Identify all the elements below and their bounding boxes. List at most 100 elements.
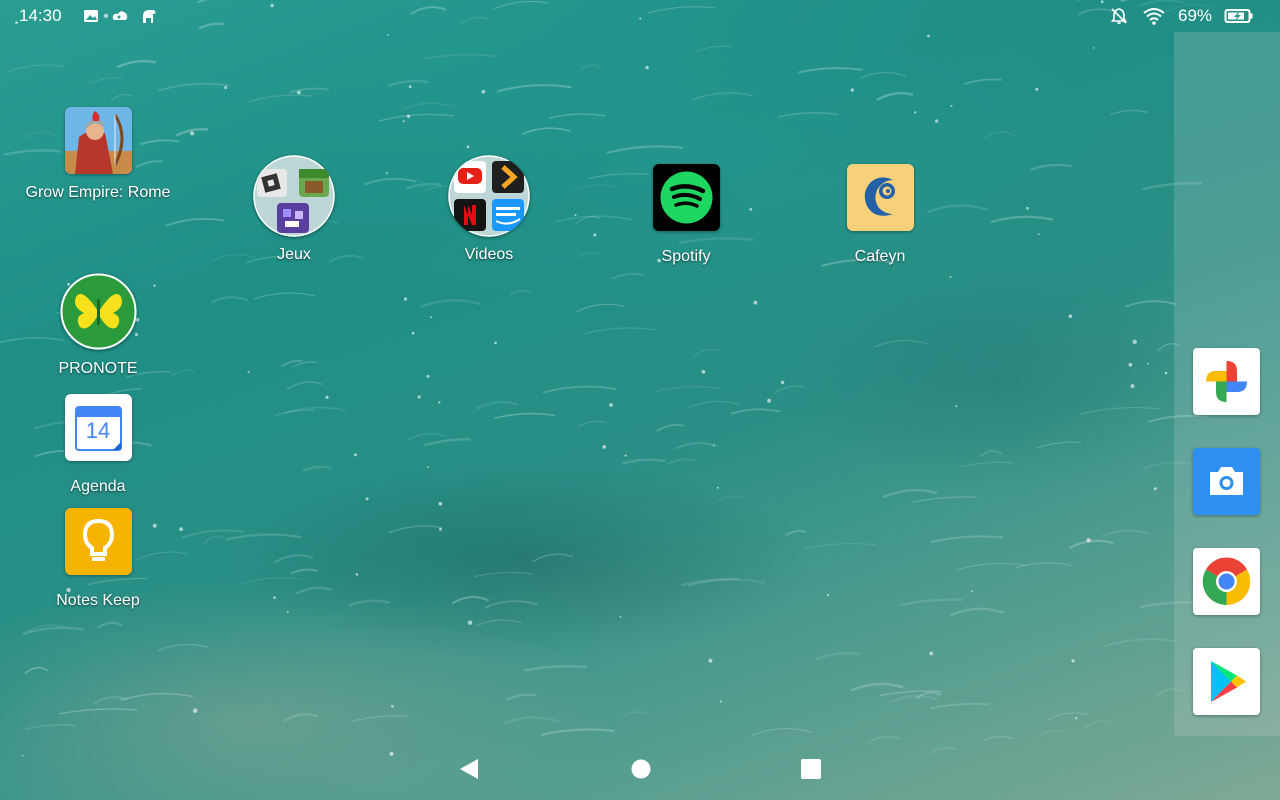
wave-ripple: [242, 577, 303, 585]
water-sparkle: [403, 297, 408, 301]
back-icon[interactable]: [458, 758, 480, 780]
wave-ripple: [296, 586, 333, 595]
wave-ripple: [929, 702, 990, 710]
wave-ripple: [475, 400, 519, 410]
calendar-day: 14: [85, 418, 111, 443]
grow-empire-rome-icon: [64, 107, 132, 174]
camera-icon[interactable]: [1193, 448, 1260, 515]
wave-ripple: [955, 562, 1026, 571]
wave-ripple: [378, 113, 454, 122]
water-sparkle: [1092, 47, 1095, 49]
wave-ripple: [388, 525, 443, 534]
water-sparkle: [430, 316, 433, 319]
home-screen: 14:30 69% Grow Empire: Rome Jeux Videos …: [0, 0, 1280, 800]
wifi-icon: [1143, 8, 1165, 25]
wave-ripple: [979, 450, 1003, 458]
wave-ripple: [850, 682, 904, 692]
wave-ripple: [420, 299, 481, 309]
wave-ripple: [576, 303, 626, 313]
wave-ripple: [503, 716, 560, 725]
wave-ripple: [181, 529, 245, 539]
water-sparkle: [1132, 339, 1137, 344]
home-icon[interactable]: [630, 758, 652, 780]
water-sparkle: [481, 89, 486, 94]
water-sparkle: [971, 590, 973, 592]
wave-ripple: [286, 381, 323, 390]
spotify-icon: [652, 164, 720, 231]
water-sparkle: [21, 754, 24, 757]
water-sparkle: [439, 527, 442, 531]
wave-ripple: [484, 600, 539, 609]
water-sparkle: [1071, 659, 1075, 663]
wave-ripple: [715, 495, 743, 503]
wave-ripple: [1068, 539, 1114, 550]
app-cafeyn[interactable]: Cafeyn: [790, 164, 970, 266]
app-grow-empire-rome[interactable]: Grow Empire: Rome: [8, 107, 188, 202]
folder-icon: [448, 155, 530, 237]
app-agenda[interactable]: 14 Agenda: [8, 394, 188, 496]
wave-ripple: [352, 715, 409, 722]
wave-ripple: [656, 424, 685, 432]
wave-ripple: [874, 339, 929, 348]
wave-ripple: [751, 728, 813, 736]
wave-ripple: [858, 71, 907, 80]
wave-ripple: [424, 438, 472, 447]
wave-ripple: [25, 723, 77, 731]
pony-icon: [143, 10, 156, 23]
water-sparkle: [427, 466, 429, 469]
water-sparkle: [325, 395, 329, 399]
folder-jeux[interactable]: Jeux: [204, 155, 384, 264]
wave-ripple: [773, 385, 806, 394]
water-sparkle: [1068, 314, 1073, 319]
wave-ripple: [1036, 441, 1082, 449]
cloud-game-icon: [112, 11, 128, 20]
wave-ripple: [93, 696, 129, 705]
folder-videos[interactable]: Videos: [399, 155, 579, 264]
app-label: Grow Empire: Rome: [25, 184, 171, 201]
wave-ripple: [22, 626, 84, 636]
wave-ripple: [110, 94, 132, 102]
wave-ripple: [675, 442, 717, 450]
battery-charging-icon: [1224, 9, 1253, 23]
wave-ripple: [1084, 720, 1111, 729]
wave-ripple: [89, 77, 121, 84]
wave-ripple: [801, 542, 878, 550]
water-sparkle: [406, 114, 411, 119]
wave-ripple: [606, 145, 684, 154]
wave-ripple: [912, 496, 977, 503]
wave-ripple: [928, 747, 957, 754]
play-store-icon[interactable]: [1193, 648, 1260, 715]
wave-ripple: [690, 92, 754, 101]
water-sparkle: [955, 405, 958, 408]
water-sparkle: [1035, 87, 1039, 91]
wave-ripple: [694, 45, 732, 53]
app-notes-keep[interactable]: Notes Keep: [8, 508, 188, 610]
app-spotify[interactable]: Spotify: [596, 164, 776, 266]
water-sparkle: [193, 708, 198, 713]
water-sparkle: [273, 596, 276, 599]
wave-ripple: [653, 386, 720, 393]
water-sparkle: [927, 34, 930, 38]
recents-icon[interactable]: [800, 758, 822, 780]
wave-ripple: [915, 691, 942, 700]
wave-ripple: [158, 82, 230, 92]
water-sparkle: [247, 371, 250, 374]
wave-ripple: [960, 461, 1014, 468]
wave-ripple: [473, 571, 534, 578]
wave-ripple: [610, 272, 645, 280]
wave-ripple: [687, 578, 766, 587]
water-sparkle: [708, 658, 713, 663]
water-sparkle: [411, 331, 415, 335]
water-sparkle: [1130, 384, 1135, 389]
photos-pinwheel-icon[interactable]: [1193, 348, 1260, 415]
folder-icon: [253, 155, 335, 237]
gallery-icon: [84, 10, 98, 22]
app-pronote[interactable]: PRONOTE: [8, 273, 188, 378]
notifications-off-icon: [1110, 8, 1128, 25]
wave-ripple: [900, 598, 963, 607]
chrome-icon[interactable]: [1193, 548, 1260, 615]
water-sparkle: [386, 34, 389, 36]
wave-ripple: [777, 112, 839, 118]
water-sparkle: [1146, 362, 1149, 365]
water-sparkle: [355, 573, 359, 576]
